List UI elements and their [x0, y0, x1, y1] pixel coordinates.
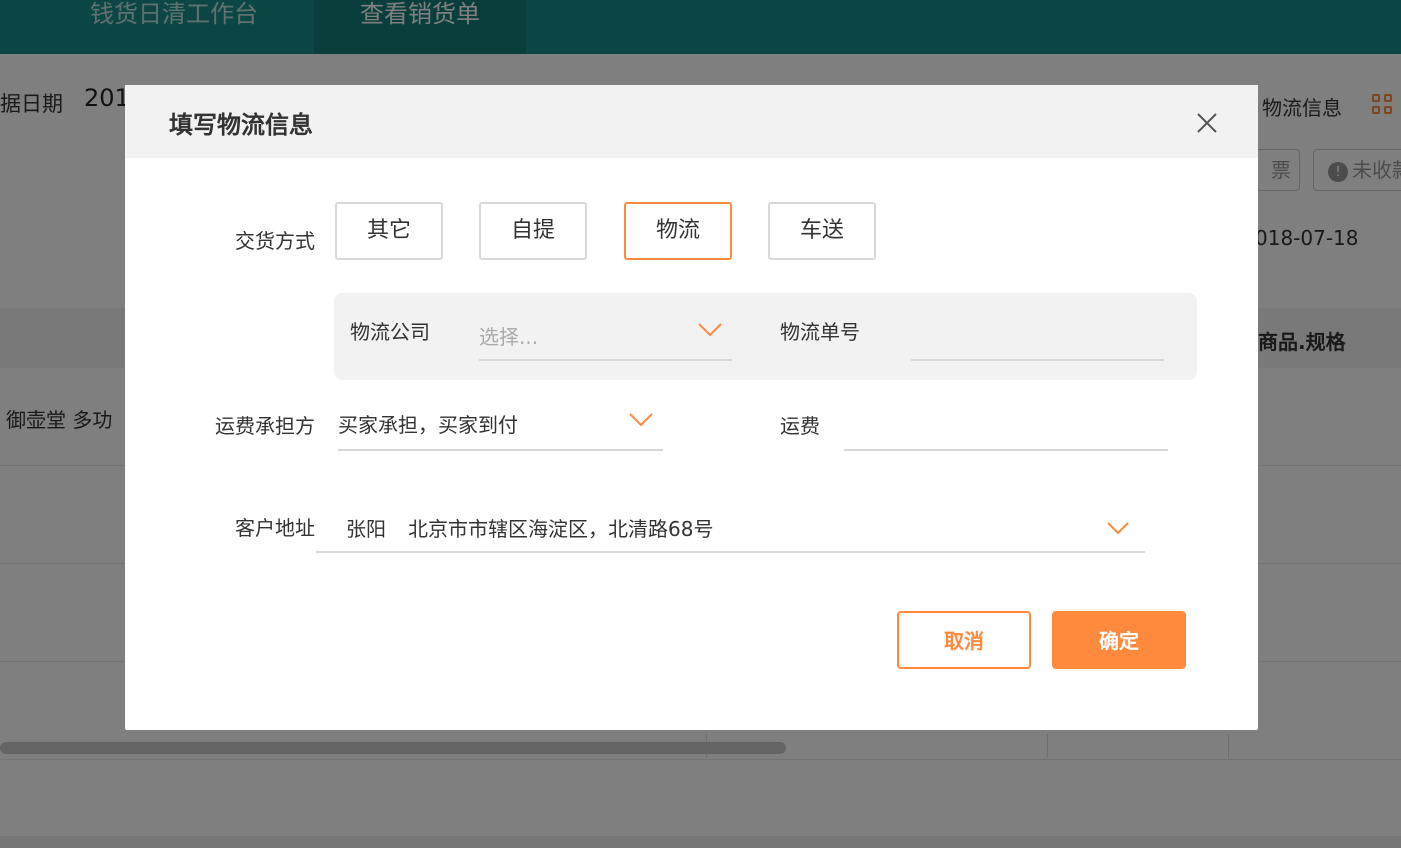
freight-payer-label: 运费承担方 [215, 414, 315, 438]
delivery-option-car-delivery[interactable]: 车送 [768, 202, 876, 260]
logistics-info-dialog: 填写物流信息 交货方式 其它 自提 物流 车送 物流公司 选择... 物流单号 … [125, 85, 1258, 730]
freight-payer-select[interactable]: 买家承担，买家到付 [338, 393, 663, 451]
chevron-down-icon [698, 323, 722, 337]
freight-input[interactable] [844, 393, 1168, 451]
logistics-company-select[interactable]: 选择... [479, 311, 732, 361]
tracking-number-input[interactable] [911, 311, 1164, 361]
close-icon[interactable] [1195, 111, 1219, 135]
freight-label: 运费 [780, 414, 820, 438]
cancel-button[interactable]: 取消 [897, 611, 1031, 669]
dialog-title: 填写物流信息 [169, 111, 313, 139]
delivery-option-self-pickup[interactable]: 自提 [479, 202, 587, 260]
logistics-company-placeholder: 选择... [479, 325, 539, 349]
customer-name: 张阳 [346, 517, 386, 541]
customer-address-value: 北京市市辖区海淀区，北清路68号 [408, 517, 714, 541]
confirm-button[interactable]: 确定 [1052, 611, 1186, 669]
delivery-option-other[interactable]: 其它 [335, 202, 443, 260]
dialog-header: 填写物流信息 [125, 85, 1258, 158]
customer-address-label: 客户地址 [235, 516, 315, 540]
logistics-details-panel: 物流公司 选择... 物流单号 [334, 293, 1197, 380]
delivery-method-label: 交货方式 [235, 229, 315, 253]
chevron-down-icon [629, 413, 653, 427]
chevron-down-icon [1107, 522, 1129, 535]
logistics-company-label: 物流公司 [350, 320, 430, 344]
customer-address-select[interactable]: 张阳 北京市市辖区海淀区，北清路68号 [316, 493, 1145, 553]
delivery-option-logistics[interactable]: 物流 [624, 202, 732, 260]
tracking-number-label: 物流单号 [780, 320, 860, 344]
freight-payer-value: 买家承担，买家到付 [338, 413, 518, 437]
